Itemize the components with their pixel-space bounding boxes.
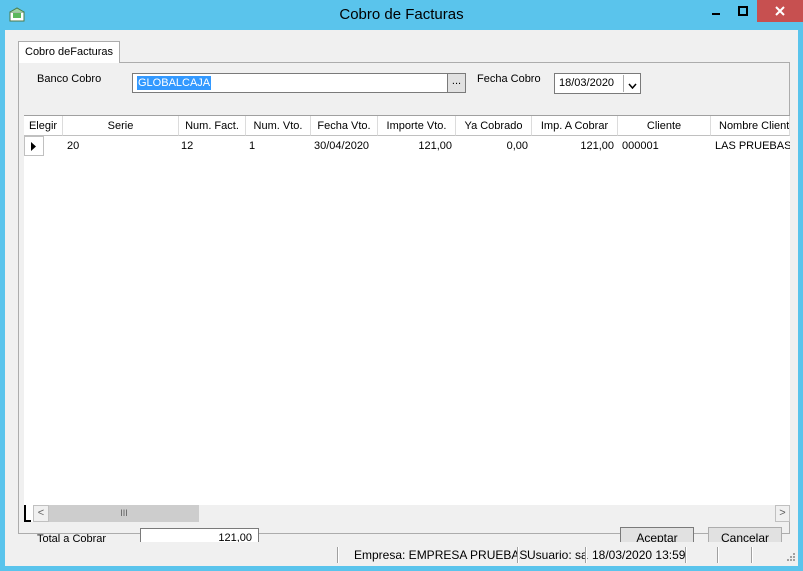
cell-num-vto: 1 [249, 140, 256, 152]
cell-ya-cobrado: 0,00 [506, 140, 528, 152]
column-header-nombre-cliente[interactable]: Nombre Cliente [711, 116, 790, 136]
horizontal-scrollbar[interactable]: < III > [24, 505, 790, 522]
minimize-button[interactable] [703, 0, 728, 22]
status-separator [751, 547, 753, 563]
close-button[interactable] [757, 0, 803, 22]
dialog-body: Cobro deFacturas Banco Cobro GLOBALCAJA … [5, 30, 798, 566]
maximize-icon [729, 0, 756, 22]
status-separator [517, 547, 519, 563]
column-header-ya-cobrado[interactable]: Ya Cobrado [456, 116, 532, 136]
column-header-importe-vto[interactable]: Importe Vto. [378, 116, 456, 136]
status-bar: Empresa: EMPRESA PRUEBAS Usuario: sa 18/… [5, 542, 798, 566]
cell-fecha-vto: 30/04/2020 [314, 140, 370, 152]
close-icon [757, 0, 803, 22]
row-selector[interactable] [24, 136, 44, 156]
date-dropdown-button[interactable] [623, 75, 639, 92]
grid-header: Elegir Serie Num. Fact. Num. Vto. Fecha … [24, 116, 790, 136]
tab-cobro-facturas[interactable]: Cobro deFacturas [18, 41, 121, 63]
cell-importe-vto: 121,00 [418, 140, 452, 152]
row-pointer-icon [25, 142, 43, 151]
maximize-button[interactable] [729, 0, 756, 22]
scroll-left-button[interactable]: < [33, 505, 49, 522]
cell-serie: 20 [67, 140, 80, 152]
status-separator [717, 547, 719, 563]
table-row[interactable]: 20 12 1 30/04/2020 121,00 0,00 121,00 00… [24, 136, 790, 156]
scroll-track[interactable] [199, 505, 775, 522]
tab-panel: Banco Cobro GLOBALCAJA ... Fecha Cobro 1… [18, 62, 790, 549]
chevron-down-icon [628, 78, 637, 89]
resize-grip-icon[interactable] [784, 552, 796, 564]
column-header-num-fact[interactable]: Num. Fact. [179, 116, 246, 136]
cell-imp-a-cobrar: 121,00 [580, 140, 614, 152]
status-empresa: Empresa: EMPRESA PRUEBAS [354, 548, 528, 562]
window-title: Cobro de Facturas [339, 6, 464, 23]
column-header-elegir[interactable]: Elegir [24, 116, 63, 136]
scroll-right-button[interactable]: > [775, 505, 790, 522]
minimize-icon [703, 0, 728, 22]
status-datetime: 18/03/2020 13:59 [592, 548, 686, 562]
fecha-cobro-picker[interactable]: 18/03/2020 [554, 73, 641, 94]
cell-nombre-cliente: LAS PRUEBAS S [715, 140, 790, 152]
status-separator [337, 547, 339, 563]
status-usuario: Usuario: sa [527, 548, 588, 562]
fecha-cobro-label: Fecha Cobro [477, 73, 541, 85]
scroll-thumb[interactable]: III [49, 505, 199, 522]
banco-browse-button[interactable]: ... [447, 73, 466, 93]
column-header-fecha-vto[interactable]: Fecha Vto. [311, 116, 378, 136]
banco-cobro-label: Banco Cobro [37, 73, 102, 85]
cell-cliente: 000001 [622, 140, 659, 152]
title-bar[interactable]: Cobro de Facturas [0, 0, 803, 30]
banco-cobro-value: GLOBALCAJA [137, 76, 212, 90]
column-header-cliente[interactable]: Cliente [618, 116, 711, 136]
column-header-serie[interactable]: Serie [63, 116, 179, 136]
status-separator [585, 547, 587, 563]
banco-cobro-field[interactable]: GLOBALCAJA [132, 73, 454, 93]
column-header-num-vto[interactable]: Num. Vto. [246, 116, 311, 136]
fecha-cobro-value: 18/03/2020 [559, 77, 615, 89]
status-separator [685, 547, 687, 563]
cell-num-fact: 12 [181, 140, 194, 152]
application-window: Cobro de Facturas Cobro deFacturas Banco… [0, 0, 803, 571]
column-header-imp-a-cobrar[interactable]: Imp. A Cobrar [532, 116, 618, 136]
invoices-grid[interactable]: Elegir Serie Num. Fact. Num. Vto. Fecha … [24, 115, 790, 519]
grid-corner-marker [24, 505, 31, 522]
